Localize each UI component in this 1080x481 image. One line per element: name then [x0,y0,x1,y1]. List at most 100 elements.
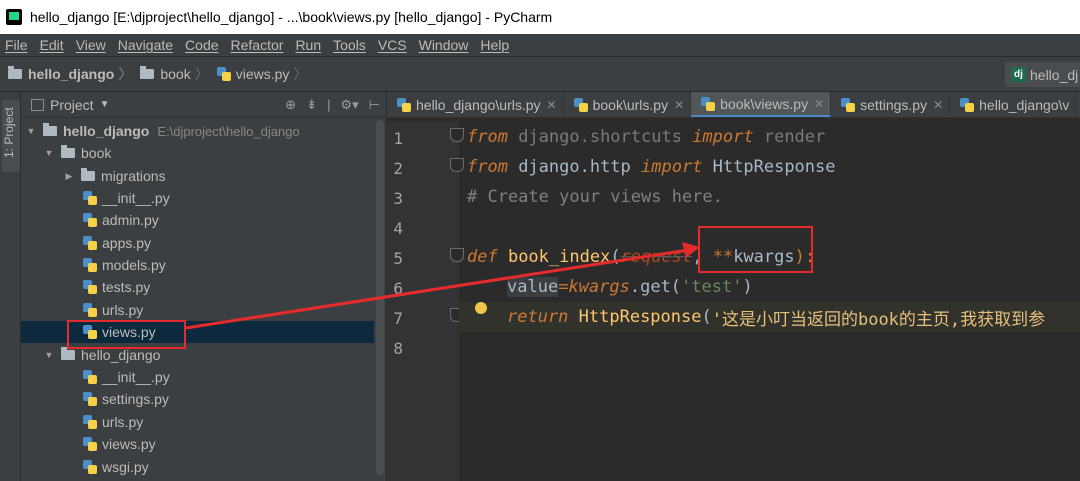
project-tool-window-button[interactable]: 1: Project [2,100,20,172]
tab-label: book\urls.py [592,97,669,113]
tree-item-file[interactable]: __init__.py [21,187,374,209]
run-configuration-selector[interactable]: dj hello_dj [1005,62,1080,87]
expand-arrow-icon[interactable]: ▼ [43,350,55,360]
tree-item-file[interactable]: views.py [21,433,374,455]
tree-item-label: __init__.py [102,369,170,385]
line-number: 5 [393,249,403,268]
menu-run[interactable]: Run [290,37,328,53]
tree-item-file[interactable]: apps.py [21,232,374,254]
hide-panel-icon[interactable]: ⊢ [369,97,380,113]
tree-item-label: settings.py [102,391,169,407]
menu-tools[interactable]: Tools [328,37,373,53]
fold-marker-icon[interactable] [450,128,464,142]
tree-item-file[interactable]: wsgi.py [21,456,374,478]
code-token: from [467,157,508,177]
window-title: hello_django [E:\djproject\hello_django]… [30,9,553,25]
menu-help[interactable]: Help [475,37,516,53]
tree-item-file[interactable]: tests.py [21,276,374,298]
code-token: import [692,127,754,147]
fold-marker-icon[interactable] [450,248,464,262]
chevron-right-icon: 〉 [194,66,209,82]
python-file-icon [397,98,411,112]
run-configuration-label: hello_dj [1030,66,1079,83]
expand-arrow-icon[interactable]: ▼ [25,126,37,136]
python-file-icon [83,258,97,272]
tree-item-file[interactable]: models.py [21,254,374,276]
tree-item-migrations[interactable]: ▶ migrations [21,165,374,187]
python-file-icon [83,213,97,227]
caret-down-icon[interactable]: ▼ [100,99,110,110]
line-number: 6 [393,279,403,298]
breadcrumb-folder[interactable]: book 〉 [140,64,209,84]
project-tree-scrollbar[interactable] [376,120,384,475]
menu-navigate[interactable]: Navigate [113,37,180,53]
code-token: '这是小叮当返回的book的主页,我获取到参 [711,309,1046,330]
tree-item-label: hello_django [81,347,161,363]
tab-book-urls[interactable]: book\urls.py ✕ [564,92,692,117]
django-icon: dj [1011,67,1026,82]
collapse-all-icon[interactable]: ⇟ [306,97,317,113]
tree-item-file[interactable]: urls.py [21,411,374,433]
tab-label: hello_django\urls.py [416,97,541,113]
project-panel-tools: ⊕ ⇟ | ⚙▾ ⊢ [275,97,380,113]
code-line-1[interactable]: from django.shortcuts import render [467,122,825,152]
code-line-7-current[interactable]: return HttpResponse('这是小叮当返回的book的主页,我获取… [459,302,1080,332]
python-file-icon [83,370,97,384]
fold-marker-icon[interactable] [450,158,464,172]
tab-hello-django-urls[interactable]: hello_django\urls.py ✕ [387,92,564,117]
tree-item-root[interactable]: ▼ hello_django E:\djproject\hello_django [21,120,374,142]
menu-vcs[interactable]: VCS [373,37,414,53]
menu-bar: File Edit View Navigate Code Refactor Ru… [0,34,1080,56]
breadcrumb-file[interactable]: views.py 〉 [216,64,307,84]
code-line-3[interactable]: # Create your views here. [467,182,723,212]
breadcrumb-project[interactable]: hello_django 〉 [8,64,132,84]
menu-view[interactable]: View [71,37,113,53]
tab-settings[interactable]: settings.py ✕ [831,92,951,117]
tree-item-label: admin.py [102,212,159,228]
tree-item-file[interactable]: settings.py [21,388,374,410]
chevron-right-icon: 〉 [118,66,133,82]
menu-edit[interactable]: Edit [35,37,71,53]
folder-icon [43,123,57,136]
menu-code[interactable]: Code [180,37,225,53]
tree-item-file[interactable]: urls.py [21,299,374,321]
tab-hello-django-views[interactable]: hello_django\v [950,92,1077,117]
code-line-2[interactable]: from django.http import HttpResponse [467,152,836,182]
project-view-icon [31,98,44,111]
close-icon[interactable]: ✕ [814,97,824,111]
code-token: render [753,127,826,147]
folder-icon [8,66,22,79]
editor-area: hello_django\urls.py ✕ book\urls.py ✕ bo… [387,92,1080,481]
navigation-bar: hello_django 〉 book 〉 views.py 〉 dj hell… [0,56,1080,92]
tree-item-file[interactable]: admin.py [21,209,374,231]
code-token: = [558,277,569,297]
folder-icon [61,145,75,158]
menu-file[interactable]: File [0,37,35,53]
line-number: 1 [393,129,403,148]
close-icon[interactable]: ✕ [933,98,943,112]
tab-book-views[interactable]: book\views.py ✕ [691,92,832,117]
close-icon[interactable]: ✕ [674,98,684,112]
project-tool-window-label: 1: Project [2,107,16,158]
close-icon[interactable]: ✕ [547,98,557,112]
menu-window[interactable]: Window [414,37,476,53]
tree-item-book[interactable]: ▼ book [21,142,374,164]
menu-refactor[interactable]: Refactor [226,37,291,53]
project-panel-title[interactable]: Project [50,97,94,113]
tree-item-label: wsgi.py [102,459,149,475]
code-token: HttpResponse [702,157,836,177]
code-token: ) [742,277,753,297]
tree-item-label: book [81,145,112,161]
line-number: 2 [393,159,403,178]
folder-icon [61,347,75,360]
gear-icon[interactable]: ⚙▾ [340,97,358,113]
tree-item-file[interactable]: __init__.py [21,366,374,388]
code-token: import [641,157,703,177]
code-line-6[interactable]: value = kwargs .get('test') [507,272,753,302]
expand-arrow-icon[interactable]: ▼ [43,148,55,158]
locate-icon[interactable]: ⊕ [285,97,296,113]
collapsed-arrow-icon[interactable]: ▶ [63,171,75,182]
tree-item-label: views.py [102,436,156,452]
lightbulb-icon[interactable] [475,302,487,314]
python-file-icon [83,236,97,250]
